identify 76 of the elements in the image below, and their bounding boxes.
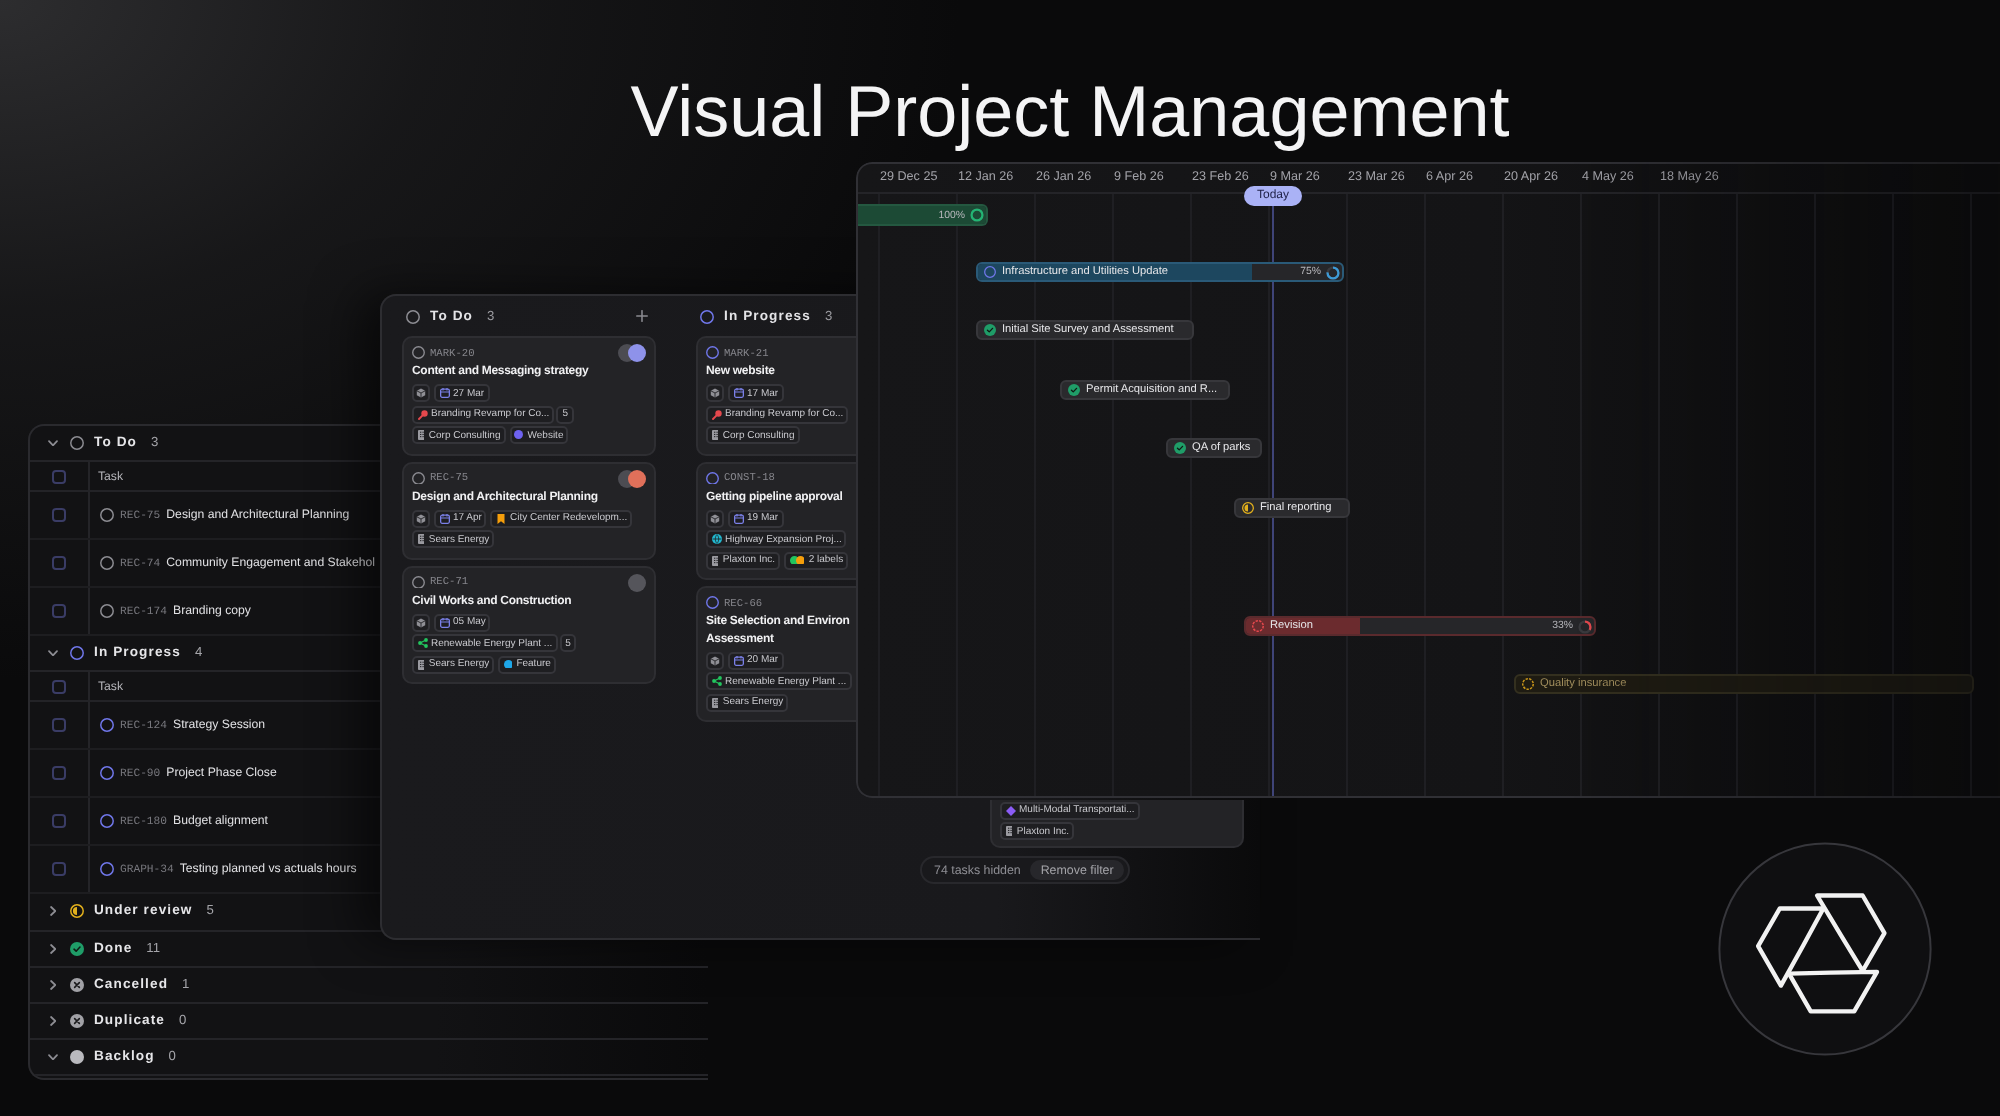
calendar-icon [733, 388, 743, 398]
checkbox[interactable] [52, 718, 66, 733]
chevron-down-icon[interactable] [48, 650, 58, 657]
priority-chip[interactable] [412, 509, 430, 527]
circle-icon [700, 309, 714, 323]
circle-icon [412, 471, 425, 485]
priority-chip[interactable] [412, 613, 430, 631]
checkbox[interactable] [52, 508, 66, 523]
checkbox[interactable] [52, 556, 66, 571]
check-circle-icon [69, 941, 84, 956]
priority-chip[interactable] [412, 384, 430, 402]
dashed-circle-icon [1252, 620, 1264, 632]
half-circle-icon [1242, 502, 1254, 514]
building-icon [1005, 826, 1013, 836]
circle-icon [100, 508, 114, 523]
checkbox[interactable] [52, 679, 66, 694]
cube-icon [416, 388, 426, 398]
calendar-icon [439, 617, 449, 627]
chevron-right-icon[interactable] [49, 906, 57, 917]
circle-icon [100, 718, 114, 733]
priority-chip[interactable] [706, 651, 724, 669]
circle-icon [70, 436, 84, 451]
chevron-right-icon[interactable] [49, 1016, 57, 1027]
chevron-down-icon[interactable] [48, 440, 58, 447]
building-icon [711, 430, 719, 440]
filled-circle-icon [70, 1050, 84, 1065]
checkbox[interactable] [52, 862, 66, 877]
building-icon [417, 534, 425, 544]
calendar-icon [439, 513, 449, 523]
circle-icon [70, 646, 84, 661]
checkbox[interactable] [52, 604, 66, 619]
priority-chip[interactable] [706, 384, 724, 402]
circle-icon [984, 266, 996, 278]
building-icon [417, 430, 425, 440]
circle-icon [412, 575, 425, 589]
x-circle-icon [69, 977, 84, 992]
cube-icon [416, 617, 426, 627]
circle-icon [100, 862, 114, 877]
progress-ring-icon [1325, 265, 1339, 279]
headline: Visual Project Management [628, 68, 1512, 152]
circle-icon [412, 346, 425, 360]
check-circle-icon [1068, 384, 1080, 396]
checkbox[interactable] [52, 469, 66, 484]
check-circle-icon [1174, 442, 1186, 454]
cube-icon [710, 513, 720, 523]
progress-ring-icon [969, 208, 983, 222]
building-icon [417, 659, 425, 669]
circle-icon [100, 604, 114, 619]
dashed-circle-icon [1522, 678, 1534, 690]
logo-icon [1718, 842, 1932, 1056]
progress-ring-icon [1577, 619, 1591, 633]
check-circle-icon [984, 324, 996, 336]
circle-icon [406, 309, 420, 323]
x-circle-icon [69, 1014, 84, 1029]
circle-icon [100, 766, 114, 781]
circle-icon [706, 596, 719, 610]
checkbox[interactable] [52, 766, 66, 781]
building-icon [711, 697, 719, 707]
circle-icon [706, 346, 719, 360]
checkbox[interactable] [52, 814, 66, 829]
cube-icon [710, 388, 720, 398]
circle-icon [100, 556, 114, 571]
priority-chip[interactable] [706, 509, 724, 527]
calendar-icon [733, 655, 743, 665]
circle-icon [706, 471, 719, 485]
half-circle-icon [69, 904, 84, 919]
cube-icon [710, 655, 720, 665]
chevron-right-icon[interactable] [49, 979, 57, 990]
chevron-right-icon[interactable] [49, 943, 57, 954]
plus-icon[interactable] [636, 310, 648, 322]
chevron-down-icon[interactable] [48, 1054, 58, 1061]
building-icon [711, 555, 719, 565]
calendar-icon [439, 388, 449, 398]
circle-icon [100, 814, 114, 829]
calendar-icon [733, 513, 743, 523]
cube-icon [416, 513, 426, 523]
